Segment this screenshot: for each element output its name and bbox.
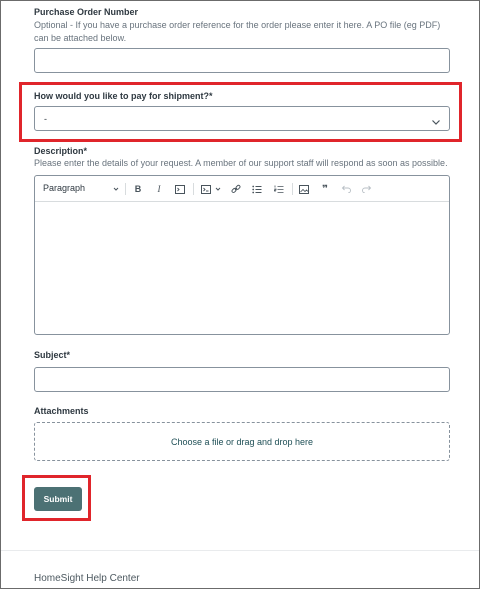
po-hint: Optional - If you have a purchase order … bbox=[34, 20, 441, 43]
subject-input[interactable] bbox=[34, 367, 450, 392]
payment-select[interactable]: - bbox=[34, 106, 450, 131]
attachments-label: Attachments bbox=[34, 406, 89, 416]
toolbar-divider bbox=[193, 183, 194, 195]
description-label: Description* bbox=[34, 146, 88, 156]
subject-label: Subject* bbox=[34, 350, 71, 360]
po-input[interactable] bbox=[34, 48, 450, 73]
numbered-list-icon[interactable] bbox=[273, 182, 285, 196]
code-block-icon[interactable] bbox=[200, 182, 212, 196]
redo-icon[interactable] bbox=[361, 182, 373, 196]
bulleted-list-icon[interactable] bbox=[251, 182, 263, 196]
bold-icon[interactable]: B bbox=[132, 182, 144, 196]
toolbar-divider bbox=[292, 183, 293, 195]
italic-icon[interactable]: I bbox=[153, 182, 165, 196]
submit-button[interactable]: Submit bbox=[34, 487, 82, 511]
description-hint: Please enter the details of your request… bbox=[34, 158, 448, 168]
toolbar-divider bbox=[125, 183, 126, 195]
paragraph-dropdown[interactable]: Paragraph bbox=[43, 183, 85, 193]
quote-icon[interactable]: ❞ bbox=[319, 182, 331, 196]
chevron-down-icon bbox=[431, 114, 441, 125]
description-editor[interactable]: Paragraph B I ❞ bbox=[34, 175, 450, 335]
dropzone-text[interactable]: Choose a file or drag and drop here bbox=[35, 437, 449, 447]
code-icon[interactable] bbox=[174, 182, 186, 196]
chevron-down-icon[interactable] bbox=[112, 182, 120, 196]
editor-toolbar: Paragraph B I ❞ bbox=[35, 176, 449, 202]
link-icon[interactable] bbox=[230, 182, 242, 196]
footer-divider bbox=[1, 550, 479, 551]
attachments-dropzone[interactable]: Choose a file or drag and drop here bbox=[34, 422, 450, 461]
undo-icon[interactable] bbox=[340, 182, 352, 196]
payment-selected-value: - bbox=[44, 114, 47, 124]
chevron-down-icon[interactable] bbox=[214, 182, 222, 196]
footer-help-center-link[interactable]: HomeSight Help Center bbox=[34, 573, 140, 584]
payment-label: How would you like to pay for shipment?* bbox=[34, 91, 213, 101]
image-icon[interactable] bbox=[298, 182, 310, 196]
po-label: Purchase Order Number bbox=[34, 7, 139, 17]
